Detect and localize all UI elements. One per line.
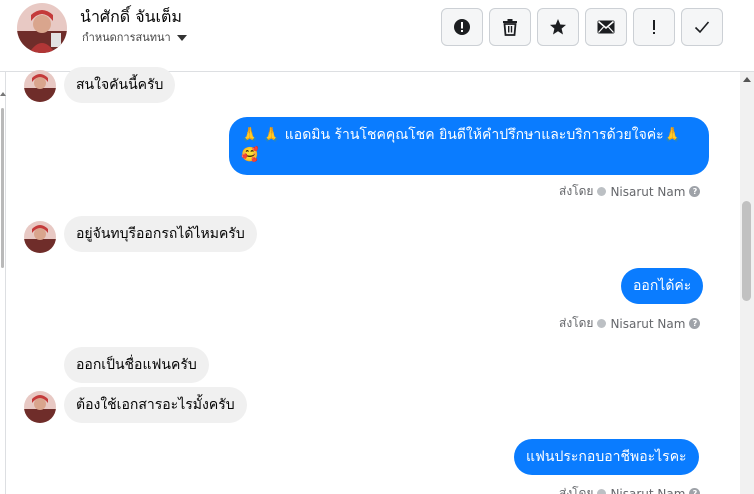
conversation-header: นำศักดิ์ จันเต็ม กำหนดการสนทนา (0, 0, 754, 72)
message-scrollbar[interactable] (740, 72, 754, 494)
caret-down-icon (176, 34, 187, 41)
scrollbar-thumb[interactable] (742, 201, 751, 301)
contact-name[interactable]: นำศักดิ์ จันเต็ม (80, 5, 182, 30)
envelope-icon (597, 20, 615, 34)
contact-avatar-small (24, 221, 56, 253)
incoming-message[interactable]: อยู่จันทบุรีออกรถได้ไหมครับ (64, 216, 257, 252)
scroll-up-arrow-icon (0, 92, 6, 96)
sent-by-prefix: ส่งโดย (559, 486, 594, 494)
outgoing-message[interactable]: แฟนประกอบอาชีพอะไรคะ (514, 439, 699, 475)
star-icon (550, 19, 566, 35)
sent-by-prefix: ส่งโดย (559, 184, 594, 198)
message-text-line: 🙏 🙏 แอดมิน ร้านโชคคุณโชค ยินดีให้คำปรึกษ… (241, 127, 682, 143)
mark-unread-button[interactable] (585, 8, 627, 46)
follow-up-button[interactable] (633, 8, 675, 46)
sender-name[interactable]: Nisarut Nam (610, 317, 685, 331)
sender-name[interactable]: Nisarut Nam (610, 185, 685, 199)
delete-button[interactable] (489, 8, 531, 46)
help-icon[interactable]: ? (689, 488, 701, 494)
sender-status-icon (597, 489, 607, 494)
scroll-up-arrow-icon[interactable] (743, 77, 751, 82)
sender-name[interactable]: Nisarut Nam (610, 487, 685, 494)
sent-by-label: ส่งโดย Nisarut Nam ? (559, 314, 701, 333)
assign-conversation-label: กำหนดการสนทนา (82, 31, 171, 44)
incoming-message[interactable]: สนใจคันนี้ครับ (64, 67, 176, 103)
sent-by-prefix: ส่งโดย (559, 316, 594, 330)
sender-status-icon (597, 319, 607, 328)
help-icon[interactable]: ? (689, 318, 701, 329)
check-icon (694, 21, 710, 34)
report-spam-button[interactable] (441, 8, 483, 46)
contact-avatar[interactable] (17, 3, 67, 53)
exclamation-circle-icon (454, 19, 470, 35)
help-icon[interactable]: ? (689, 186, 701, 197)
star-button[interactable] (537, 8, 579, 46)
exclamation-icon (653, 20, 655, 34)
sender-status-icon (597, 187, 607, 196)
message-text-line: 🥰 (241, 147, 259, 163)
outgoing-message[interactable]: 🙏 🙏 แอดมิน ร้านโชคคุณโชค ยินดีให้คำปรึกษ… (229, 117, 709, 175)
sent-by-label: ส่งโดย Nisarut Nam ? (559, 484, 701, 494)
incoming-message[interactable]: ต้องใช้เอกสารอะไรมั้งครับ (64, 387, 247, 423)
left-pane-scrollbar[interactable] (1, 108, 4, 268)
assign-conversation-dropdown[interactable]: กำหนดการสนทนา (82, 28, 187, 46)
outgoing-message[interactable]: ออกได้ค่ะ (621, 268, 704, 304)
left-pane-edge (0, 72, 6, 494)
mark-done-button[interactable] (681, 8, 723, 46)
trash-icon (503, 19, 517, 36)
incoming-message[interactable]: ออกเป็นชื่อแฟนครับ (64, 347, 209, 383)
sent-by-label: ส่งโดย Nisarut Nam ? (559, 182, 701, 201)
contact-avatar-small (24, 70, 56, 102)
contact-avatar-small (24, 391, 56, 423)
